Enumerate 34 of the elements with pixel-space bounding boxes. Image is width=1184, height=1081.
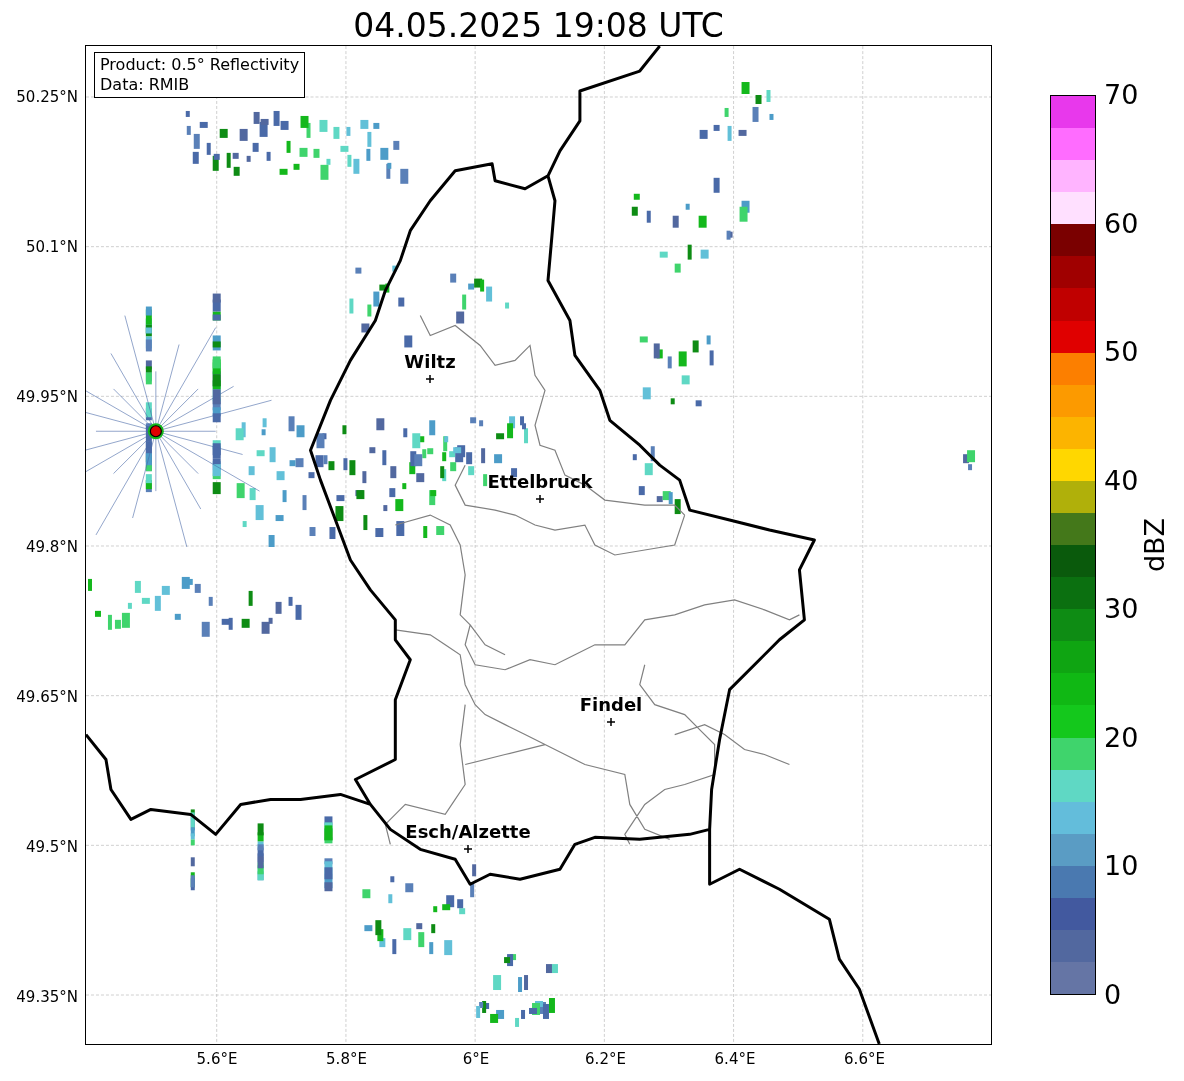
city-label: Wiltz [404,352,456,372]
axis-tick-label: 49.95°N [16,388,78,406]
axis-tick-label: 6°E [462,1050,490,1068]
colorbar-tick-label: 20 [1104,722,1139,753]
axis-tick-label: 50.1°N [25,238,78,256]
city-label: Ettelbruck [487,472,593,492]
city-label: Esch/Alzette [405,822,531,842]
city-marker-icon [536,495,544,503]
colorbar-tick-label: 50 [1104,337,1139,368]
axis-tick-label: 49.8°N [25,538,78,556]
axis-tick-label: 5.6°E [196,1050,238,1068]
colorbar-tick-label: 30 [1104,594,1139,625]
axis-tick-label: 49.5°N [25,838,78,856]
city-marker-icon [426,375,434,383]
city-marker-icon [607,718,615,726]
info-text: Product: 0.5° Reflectivity [100,55,300,75]
chart-title: 04.05.2025 19:08 UTC [352,5,725,45]
colorbar-tick-label: 70 [1104,80,1139,110]
axis-tick-label: 5.8°E [326,1050,367,1068]
axis-tick-label: 6.4°E [714,1050,756,1068]
colorbar-tick-label: 40 [1104,465,1139,496]
axis-tick-label: 49.35°N [16,988,78,1006]
city-marker-icon [464,845,472,853]
axis-tick-label: 6.6°E [844,1050,885,1068]
colorbar-tick-label: 60 [1104,208,1139,239]
axis-tick-label: 6.2°E [585,1050,626,1068]
radar-site-icon [147,423,164,440]
colorbar-label: dBZ [1138,517,1170,573]
colorbar-tick-label: 10 [1104,851,1139,882]
colorbar-tick-label: 0 [1104,980,1122,1010]
info-text: Data: RMIB [100,75,191,95]
axis-tick-label: 49.65°N [16,688,78,706]
axis-tick-label: 50.25°N [16,88,78,106]
city-label: Findel [579,695,643,715]
